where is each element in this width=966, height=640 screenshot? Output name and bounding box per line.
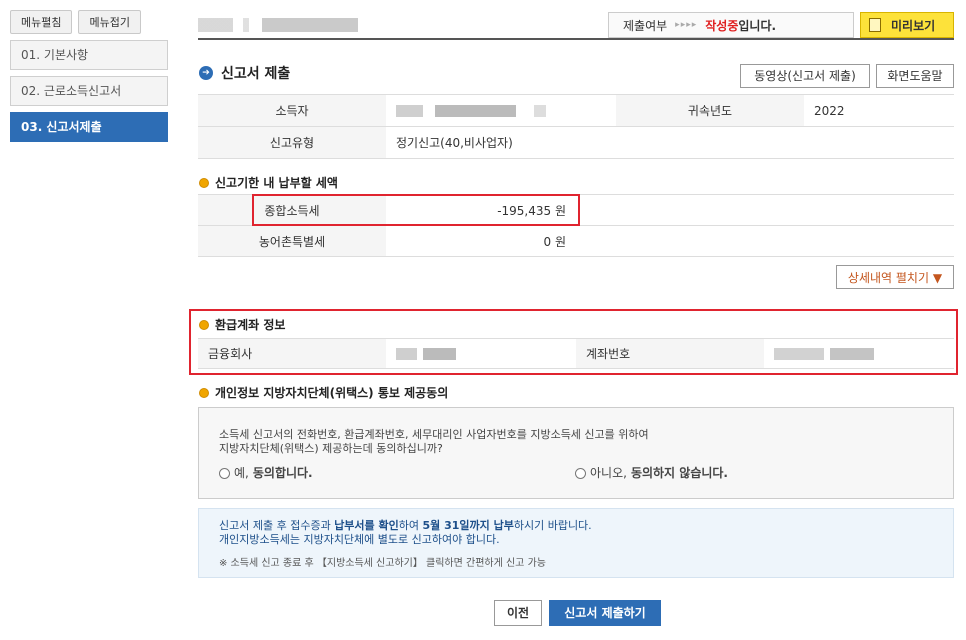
refund-subtitle-text: 환급계좌 정보 (215, 318, 286, 332)
video-guide-button[interactable]: 동영상(신고서 제출) (740, 64, 870, 88)
screen-help-button[interactable]: 화면도움말 (876, 64, 954, 88)
radio-yes[interactable] (219, 467, 230, 479)
status-suffix: 입니다. (738, 18, 777, 33)
type-value: 정기신고(40,비사업자) (396, 136, 513, 150)
consent-box: 소득세 신고서의 전화번호, 환급계좌번호, 세무대리인 사업자번호를 지방소득… (198, 407, 954, 499)
status-arrows-icon: ▸▸▸▸ (675, 20, 698, 30)
sidebar-item-earned-income[interactable]: 02. 근로소득신고서 (10, 76, 168, 106)
notice-text: 신고서 제출 후 접수증과 (219, 519, 335, 532)
notice-line3: ※ 소득세 신고 종료 후 【지방소득세 신고하기】 클릭하면 간편하게 신고 … (219, 558, 546, 569)
notice-emphasis: 5월 31일까지 납부 (422, 519, 514, 532)
menu-collapse-button[interactable]: 메뉴접기 (78, 10, 141, 34)
earner-label: 소득자 (198, 95, 386, 126)
bank-label: 금융회사 (198, 339, 386, 368)
consent-no-label: 동의하지 않습니다. (630, 466, 728, 480)
tax-subtitle-text: 신고기한 내 납부할 세액 (215, 176, 338, 190)
sidebar-item-submit[interactable]: 03. 신고서제출 (10, 112, 168, 142)
expand-detail-button[interactable]: 상세내역 펼치기 ▼ (836, 265, 954, 289)
table-row: 신고유형 정기신고(40,비사업자) (198, 127, 954, 159)
redacted-earner (396, 104, 546, 117)
table-row: 농어촌특별세 0 원 (198, 226, 954, 257)
consent-question-line2: 지방자치단체(위택스) 제공하는데 동의하십니까? (219, 442, 443, 455)
consent-question-line1: 소득세 신고서의 전화번호, 환급계좌번호, 세무대리인 사업자번호를 지방소득… (219, 428, 649, 441)
menu-expand-button[interactable]: 메뉴펼침 (10, 10, 73, 34)
sidebar-menu: 01. 기본사항 02. 근로소득신고서 03. 신고서제출 (10, 40, 168, 148)
year-label: 귀속년도 (616, 95, 804, 126)
consent-yes-label: 동의합니다. (252, 466, 313, 480)
bank-value (386, 339, 576, 368)
status-label: 제출여부 (623, 18, 668, 33)
consent-no-prefix: 아니오, (590, 466, 627, 480)
submit-button[interactable]: 신고서 제출하기 (549, 600, 661, 626)
redacted-account (774, 347, 874, 360)
year-value: 2022 (814, 103, 845, 118)
redacted-bank (396, 347, 456, 360)
notice-text: 하시기 바랍니다. (513, 519, 592, 532)
sidebar-toggle-group: 메뉴펼침 메뉴접기 (10, 10, 141, 34)
bullet-icon (199, 387, 209, 398)
notice-line2: 개인지방소득세는 지방자치단체에 별도로 신고하여야 합니다. (219, 533, 500, 546)
refund-table: 금융회사 계좌번호 (198, 338, 954, 369)
notice-box: 신고서 제출 후 접수증과 납부서를 확인하여 5월 31일까지 납부하시기 바… (198, 508, 954, 578)
arrow-circle-icon: ➔ (199, 66, 213, 80)
highlight-box (252, 194, 580, 226)
document-icon (869, 18, 881, 32)
prev-button[interactable]: 이전 (494, 600, 542, 626)
redacted-title (198, 18, 358, 32)
consent-yes-option[interactable]: 예, 동의합니다. (219, 466, 313, 480)
bullet-icon (199, 177, 209, 188)
rural-tax-label: 농어촌특별세 (198, 226, 386, 256)
section-title: ➔ 신고서 제출 (199, 63, 290, 83)
account-label: 계좌번호 (576, 339, 764, 368)
section-title-text: 신고서 제출 (221, 66, 291, 82)
earner-value (386, 95, 616, 126)
refund-subtitle: 환급계좌 정보 (199, 316, 285, 333)
notice-emphasis: 납부서를 확인 (334, 519, 399, 532)
account-value (764, 339, 954, 368)
preview-button[interactable]: 미리보기 (860, 12, 954, 38)
radio-no[interactable] (575, 467, 586, 479)
notice-line1: 신고서 제출 후 접수증과 납부서를 확인하여 5월 31일까지 납부하시기 바… (219, 519, 953, 533)
table-row: 소득자 귀속년도 2022 (198, 95, 954, 127)
table-row: 금융회사 계좌번호 (198, 339, 954, 369)
consent-subtitle: 개인정보 지방자치단체(위택스) 통보 제공동의 (199, 384, 448, 401)
sidebar-item-basic[interactable]: 01. 기본사항 (10, 40, 168, 70)
consent-yes-prefix: 예, (234, 466, 249, 480)
notice-text: 하여 (398, 519, 423, 532)
status-state: 작성중 (705, 18, 739, 33)
preview-label: 미리보기 (891, 18, 936, 33)
top-bar: 제출여부 ▸▸▸▸ 작성중 입니다. 미리보기 (198, 12, 954, 40)
consent-no-option[interactable]: 아니오, 동의하지 않습니다. (575, 466, 728, 480)
type-label: 신고유형 (198, 127, 386, 158)
bullet-icon (199, 319, 209, 330)
tax-subtitle: 신고기한 내 납부할 세액 (199, 174, 338, 191)
consent-subtitle-text: 개인정보 지방자치단체(위택스) 통보 제공동의 (215, 386, 449, 400)
submission-status: 제출여부 ▸▸▸▸ 작성중 입니다. (608, 12, 854, 38)
filing-info-table: 소득자 귀속년도 2022 신고유형 정기신고(40,비사업자) (198, 94, 954, 159)
rural-tax-value: 0 원 (543, 234, 567, 249)
